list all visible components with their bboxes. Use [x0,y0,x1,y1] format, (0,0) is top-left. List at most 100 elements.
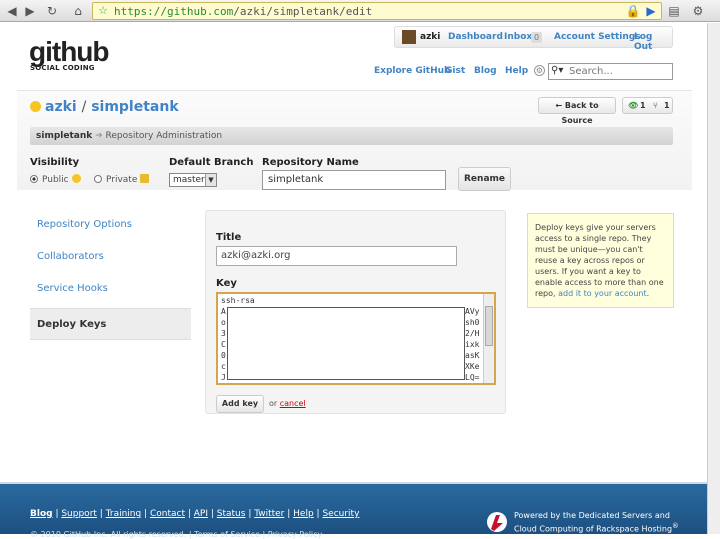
public-radio[interactable]: Public [30,174,81,185]
footer-link-api[interactable]: API [194,509,208,519]
search-icon: ⚲▾ [551,65,564,76]
key-line-start: c [221,362,226,371]
avatar[interactable] [402,30,416,44]
sidebar-item-deploy-keys[interactable]: Deploy Keys [30,308,191,340]
page-menu-icon[interactable]: ▤ [666,3,682,19]
go-icon[interactable]: ▶ [643,3,659,19]
default-branch-select[interactable]: master ▼ [169,173,217,187]
private-lock-icon [140,174,150,183]
back-arrow-icon[interactable]: ◀ [4,3,20,19]
private-radio[interactable]: Private [94,174,150,185]
back-to-source-button[interactable]: ← Back to Source [538,97,616,125]
key-line-end: AVy [465,307,480,316]
browser-toolbar: ◀ ▶ ↻ ⌂ ☆ https://github.com/azki/simple… [0,0,720,22]
key-line-start: 3 [221,329,226,338]
inbox-link[interactable]: Inbox [504,32,532,42]
github-logo[interactable]: github [29,38,110,66]
add-to-account-link[interactable]: add it to your account [558,289,646,298]
logo-tagline: SOCIAL CODING [30,64,95,72]
username-link[interactable]: azki [420,32,440,42]
inbox-count-badge: 0 [531,32,542,43]
redaction-box [227,307,465,380]
key-line-end: LQ= [465,373,480,382]
footer-link-twitter[interactable]: Twitter [254,509,284,519]
gear-icon[interactable]: ⚙ [534,65,545,76]
rackspace-logo-icon[interactable] [485,511,509,533]
eye-icon: 👁 [628,101,639,110]
key-textarea[interactable]: ssh-rsa A o 3 C 0 c J AVy sh0 2/H ixk as… [216,292,496,385]
public-label: Public [42,175,69,185]
forward-arrow-icon[interactable]: ▶ [22,3,38,19]
textarea-scrollbar[interactable] [483,294,494,383]
tools-menu-icon[interactable]: ⚙ [690,3,706,19]
explore-github-link[interactable]: Explore GitHub [374,66,451,76]
page-scrollbar[interactable] [707,23,720,534]
admin-sidebar: Repository Options Collaborators Service… [30,209,191,340]
repo-owner-link[interactable]: azki [45,99,77,115]
deploy-keys-tip: Deploy keys give your servers access to … [527,213,674,308]
repo-title: azki / simpletank [30,99,179,115]
key-line-start: A [221,307,226,316]
breadcrumb: simpletank ➔ Repository Administration [30,127,673,145]
watchers-count[interactable]: 1 [640,98,646,113]
owner-avatar-icon [30,101,41,112]
lock-icon: 🔒 [625,4,641,18]
add-key-button[interactable]: Add key [216,395,264,413]
title-label: Title [216,232,242,243]
registered-mark: ® [672,522,679,530]
cancel-link[interactable]: cancel [280,399,306,408]
key-title-input[interactable]: azki@azki.org [216,246,457,266]
repo-stats: 👁 1 ⑂ 1 [622,97,673,114]
public-smiley-icon [71,174,81,183]
breadcrumb-repo[interactable]: simpletank [36,131,92,141]
or-text: or [269,399,278,408]
rename-button[interactable]: Rename [458,167,511,191]
repo-name-input[interactable]: simpletank [262,170,446,190]
footer-link-support[interactable]: Support [61,509,97,519]
footer-link-help[interactable]: Help [293,509,314,519]
powered-line-1: Powered by the Dedicated Servers and [514,511,670,520]
visibility-label: Visibility [30,157,80,168]
search-input[interactable] [569,65,669,78]
logout-link[interactable]: Log Out [634,32,672,52]
footer-link-contact[interactable]: Contact [150,509,185,519]
cancel-area: or cancel [269,399,306,408]
footer-link-security[interactable]: Security [322,509,359,519]
footer-link-training[interactable]: Training [106,509,142,519]
key-line-start: 0 [221,351,226,360]
repo-name-link[interactable]: simpletank [91,99,178,115]
sidebar-item-service-hooks[interactable]: Service Hooks [30,273,191,305]
search-box[interactable]: ⚲▾ [548,63,673,80]
footer: Blog | Support | Training | Contact | AP… [0,482,707,539]
sidebar-item-collaborators[interactable]: Collaborators [30,241,191,273]
footer-links: Blog | Support | Training | Contact | AP… [30,509,360,519]
key-line-start: o [221,318,226,327]
powered-by-text: Powered by the Dedicated Servers and Clo… [514,510,679,535]
tip-text: Deploy keys give your servers access to … [535,223,664,298]
key-line-end: 2/H [465,329,480,338]
key-label: Key [216,278,237,289]
address-bar[interactable]: ☆ https://github.com/azki/simpletank/edi… [92,2,662,20]
forks-count[interactable]: 1 [664,98,670,113]
dashboard-link[interactable]: Dashboard [448,32,503,42]
footer-link-blog[interactable]: Blog [30,509,53,519]
footer-link-status[interactable]: Status [217,509,246,519]
reload-icon[interactable]: ↻ [44,3,60,19]
account-settings-link[interactable]: Account Settings [554,32,641,42]
url-text: https://github.com/azki/simpletank/edit [114,5,373,18]
page-content: github SOCIAL CODING azki Dashboard Inbo… [0,23,707,539]
powered-line-2: Cloud Computing of Rackspace Hosting [514,524,673,534]
help-link[interactable]: Help [505,66,528,76]
blog-link[interactable]: Blog [474,66,497,76]
key-line-end: ixk [465,340,480,349]
repo-separator: / [81,99,87,115]
key-line-end: XKe [465,362,480,371]
star-icon[interactable]: ☆ [95,3,111,19]
breadcrumb-arrow-icon: ➔ [95,131,103,141]
key-first-line: ssh-rsa [221,296,255,305]
gist-link[interactable]: Gist [445,66,465,76]
key-line-start: J [221,373,226,382]
home-icon[interactable]: ⌂ [70,3,86,19]
default-branch-label: Default Branch [169,157,254,168]
sidebar-item-repository-options[interactable]: Repository Options [30,209,191,241]
